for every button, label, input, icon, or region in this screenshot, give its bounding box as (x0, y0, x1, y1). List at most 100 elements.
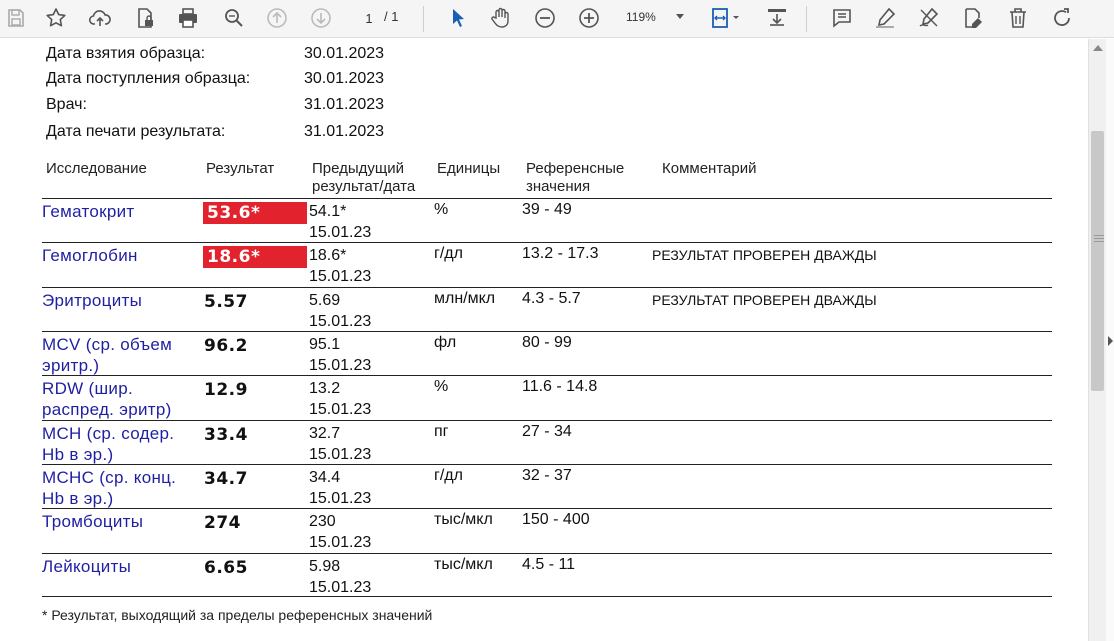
toolbar-divider (806, 6, 807, 32)
previous-value: 230 (309, 513, 336, 530)
result-value: 5.57 (204, 292, 248, 312)
table-row: MCV (ср. объем эритр.) 96.2 95.1 15.01.23 фл 8… (42, 334, 1052, 376)
previous-result: 230 15.01.23 (309, 511, 371, 553)
unit-value: фл (434, 334, 457, 351)
zoom-in-icon[interactable] (573, 3, 605, 33)
info-label: Дата взятия образца: (46, 45, 206, 62)
reference-range: 150 - 400 (522, 511, 590, 528)
test-name[interactable]: Эритроциты (42, 290, 142, 311)
file-lock-icon[interactable] (129, 3, 161, 33)
test-name[interactable]: MCV (ср. объем эритр.) (42, 334, 172, 376)
row-divider (42, 464, 1052, 465)
sign-pen-icon[interactable] (913, 3, 945, 33)
reference-range: 13.2 - 17.3 (522, 245, 599, 262)
upload-icon[interactable] (84, 3, 116, 33)
reference-range: 32 - 37 (522, 467, 572, 484)
reference-range: 11.6 - 14.8 (522, 378, 598, 395)
info-label: Дата печати результата: (46, 123, 226, 140)
zoom-select[interactable]: 119% (620, 5, 690, 29)
footnote: * Результат, выходящий за пределы рефере… (42, 607, 433, 623)
reference-range: 80 - 99 (522, 334, 572, 351)
header-test: Исследование (46, 160, 147, 177)
previous-date: 15.01.23 (309, 313, 372, 330)
result-value: 33.4 (204, 425, 248, 445)
zoom-out-icon[interactable] (529, 3, 561, 33)
arrow-down-icon[interactable] (305, 3, 337, 33)
info-label: Дата поступления образца: (46, 70, 251, 87)
previous-date: 15.01.23 (309, 268, 372, 285)
test-name[interactable]: Гемоглобин (42, 245, 138, 266)
test-name-line: Гематокрит (42, 202, 135, 221)
table-row: Лейкоциты 6.65 5.98 15.01.23 тыс/мкл 4.5 - 11 (42, 556, 1052, 598)
previous-value: 13.2 (309, 380, 341, 397)
reference-range: 39 - 49 (522, 201, 572, 218)
save-icon[interactable] (0, 3, 32, 33)
result-value: 12.9 (204, 380, 248, 400)
previous-value: 54.1* (309, 203, 347, 220)
previous-date: 15.01.23 (309, 490, 372, 507)
previous-date: 15.01.23 (309, 579, 372, 596)
scroll-up-icon[interactable] (1093, 45, 1103, 51)
zoom-value: 119% (626, 10, 656, 24)
highlight-pen-icon[interactable] (869, 3, 901, 33)
header-ref-line2: значения (526, 178, 591, 195)
test-name[interactable]: MCHC (ср. конц. Hb в эр.) (42, 467, 176, 509)
scroll-thumb[interactable] (1091, 131, 1104, 391)
test-name[interactable]: MCH (ср. содер. Hb в эр.) (42, 423, 174, 465)
table-row: Тромбоциты 274 230 15.01.23 тыс/мкл 150 - 400 (42, 511, 1052, 553)
result-value: 6.65 (204, 558, 248, 578)
download-tray-icon[interactable] (761, 3, 793, 33)
info-label: Врач: (46, 96, 87, 113)
table-row: RDW (шир. распред. эритр) 12.9 13.2 15.01.23… (42, 378, 1052, 420)
document-page: Дата взятия образца: 30.01.2023 Дата пос… (0, 39, 1088, 641)
test-name-line: Эритроциты (42, 291, 143, 310)
print-icon[interactable] (172, 3, 204, 33)
arrow-up-icon[interactable] (261, 3, 293, 33)
hand-tool-icon[interactable] (485, 3, 517, 33)
table-bottom-rule (42, 596, 1052, 597)
previous-result: 95.1 15.01.23 (309, 334, 371, 376)
test-name[interactable]: Гематокрит (42, 201, 135, 222)
previous-value: 34.4 (309, 469, 341, 486)
row-divider (42, 420, 1052, 421)
edit-document-icon[interactable] (957, 3, 989, 33)
vertical-scrollbar[interactable] (1088, 39, 1107, 641)
table-row: Гематокрит 53.6* 54.1* 15.01.23% 39 - 49 (42, 201, 1052, 243)
unit-value: пг (434, 423, 449, 440)
previous-value: 5.69 (309, 292, 341, 309)
fit-page-icon[interactable] (704, 3, 746, 33)
previous-value: 18.6* (309, 247, 347, 264)
select-cursor-icon[interactable] (442, 3, 474, 33)
test-name[interactable]: Лейкоциты (42, 556, 131, 577)
info-value: 31.01.2023 (304, 123, 385, 140)
rotate-icon[interactable] (1046, 3, 1078, 33)
row-divider (42, 508, 1052, 509)
zoom-search-icon[interactable] (218, 3, 250, 33)
previous-result: 34.4 15.01.23 (309, 467, 371, 509)
unit-value: г/дл (434, 467, 463, 484)
previous-value: 5.98 (309, 558, 341, 575)
grip-line (1094, 241, 1104, 242)
previous-date: 15.01.23 (309, 401, 372, 418)
comment-text: РЕЗУЛЬТАТ ПРОВЕРЕН ДВАЖДЫ (652, 292, 877, 308)
unit-value: млн/мкл (434, 290, 496, 307)
test-name[interactable]: Тромбоциты (42, 511, 143, 532)
test-name-line: MCHC (ср. конц. (42, 468, 177, 487)
reference-range: 4.3 - 5.7 (522, 290, 581, 307)
expand-panel-icon[interactable] (1108, 336, 1113, 346)
comment-text: РЕЗУЛЬТАТ ПРОВЕРЕН ДВАЖДЫ (652, 247, 877, 263)
previous-result: 5.98 15.01.23 (309, 556, 371, 598)
result-value: 274 (204, 513, 241, 533)
bookmark-star-icon[interactable] (40, 3, 72, 33)
header-result: Результат (206, 160, 275, 177)
test-name-line: MCH (ср. содер. (42, 424, 175, 443)
comment-icon[interactable] (826, 3, 858, 33)
info-value: 30.01.2023 (304, 45, 385, 62)
test-name[interactable]: RDW (шир. распред. эритр) (42, 378, 172, 420)
row-divider (42, 287, 1052, 288)
previous-result: 54.1* 15.01.23 (309, 201, 371, 243)
info-value: 30.01.2023 (304, 70, 385, 87)
trash-icon[interactable] (1002, 3, 1034, 33)
page-number-input[interactable] (352, 6, 386, 30)
unit-value: тыс/мкл (434, 556, 493, 573)
